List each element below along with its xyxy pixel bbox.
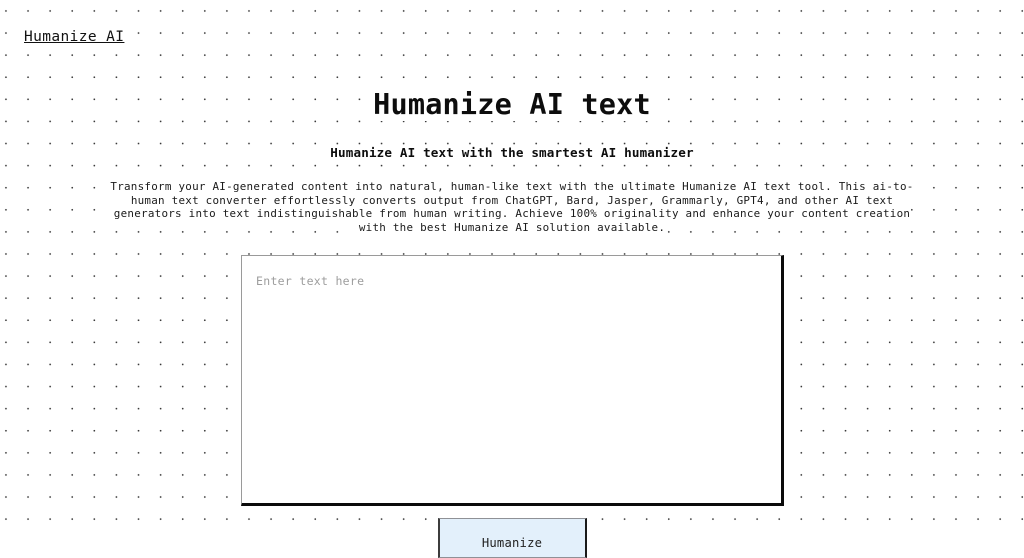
page-title: Humanize AI text bbox=[0, 88, 1024, 121]
page-root: Humanize AI Humanize AI text Humanize AI… bbox=[0, 0, 1024, 558]
action-row: Humanize bbox=[0, 518, 1024, 558]
page-subtitle-text: Humanize AI text with the smartest AI hu… bbox=[327, 145, 697, 160]
page-title-text: Humanize AI text bbox=[369, 88, 655, 121]
navbar: Humanize AI bbox=[0, 0, 1024, 48]
humanize-text-input[interactable] bbox=[241, 255, 784, 506]
brand-logo-link[interactable]: Humanize AI bbox=[22, 28, 128, 47]
page-description-text: Transform your AI-generated content into… bbox=[109, 180, 915, 234]
humanize-button[interactable]: Humanize bbox=[437, 518, 587, 558]
page-subtitle: Humanize AI text with the smartest AI hu… bbox=[0, 145, 1024, 161]
page-description: Transform your AI-generated content into… bbox=[104, 180, 920, 234]
text-editor-panel bbox=[241, 255, 784, 506]
